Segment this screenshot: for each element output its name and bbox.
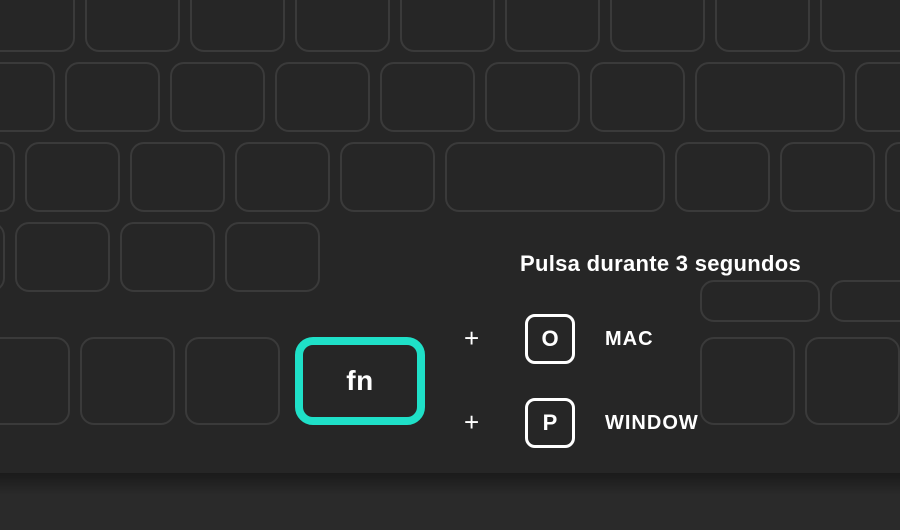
ghost-key [485,62,580,132]
ghost-key [830,280,900,322]
ghost-key [0,62,55,132]
ghost-key [780,142,875,212]
ghost-key [235,142,330,212]
ghost-key [380,62,475,132]
ghost-key [80,337,175,425]
plus-icon: + [464,325,479,351]
ghost-key [700,280,820,322]
ghost-key [295,0,390,52]
ghost-key [85,0,180,52]
ghost-key [805,337,900,425]
keyboard-background: Pulsa durante 3 segundos fn + O MAC + P … [0,0,900,475]
ghost-key [885,142,900,212]
instruction-text: Pulsa durante 3 segundos [520,251,801,277]
ghost-key [610,0,705,52]
ghost-key [0,337,70,425]
ghost-key [400,0,495,52]
ghost-key [0,0,75,52]
ghost-key [190,0,285,52]
ghost-key [0,142,15,212]
ghost-key [0,222,5,292]
ghost-key [65,62,160,132]
key-o-label: O [541,326,558,352]
ghost-key [15,222,110,292]
ghost-key [855,62,900,132]
keyboard-shadow [0,475,900,495]
ghost-key [25,142,120,212]
ghost-key [700,337,795,425]
os-label-window: WINDOW [605,412,699,435]
ghost-key [505,0,600,52]
ghost-key [120,222,215,292]
ghost-key [225,222,320,292]
plus-icon: + [464,409,479,435]
ghost-key [820,0,900,52]
ghost-key [590,62,685,132]
key-p-label: P [543,410,558,436]
ghost-key [130,142,225,212]
ghost-key [170,62,265,132]
fn-key[interactable]: fn [295,337,425,425]
ghost-key [715,0,810,52]
ghost-key [445,142,665,212]
key-p[interactable]: P [525,398,575,448]
ghost-key [695,62,845,132]
ghost-key [340,142,435,212]
key-o[interactable]: O [525,314,575,364]
os-label-mac: MAC [605,328,654,351]
ghost-key [275,62,370,132]
ghost-key [185,337,280,425]
ghost-key [675,142,770,212]
fn-key-label: fn [346,365,373,397]
